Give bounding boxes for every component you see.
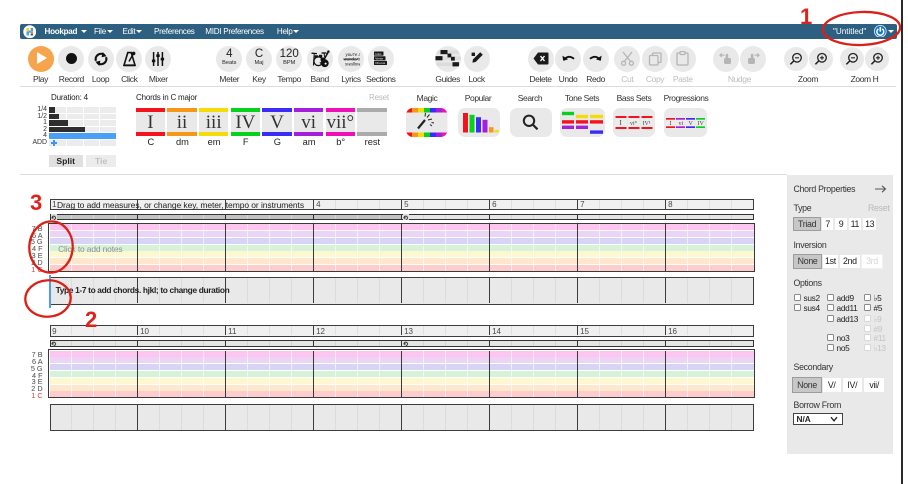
svg-text:Verse: Verse [375,57,383,61]
svg-text:swallow: swallow [345,61,360,66]
svg-text:IV¹: IV¹ [643,121,651,127]
svg-text:vi: vi [679,121,684,127]
svg-text:Intro: Intro [375,52,381,56]
svg-text:vi°: vi° [630,120,638,127]
svg-text:IV: IV [698,121,705,127]
svg-text:I: I [670,121,672,127]
svg-text:V: V [689,121,694,127]
svg-text:Chorus: Chorus [375,61,385,65]
